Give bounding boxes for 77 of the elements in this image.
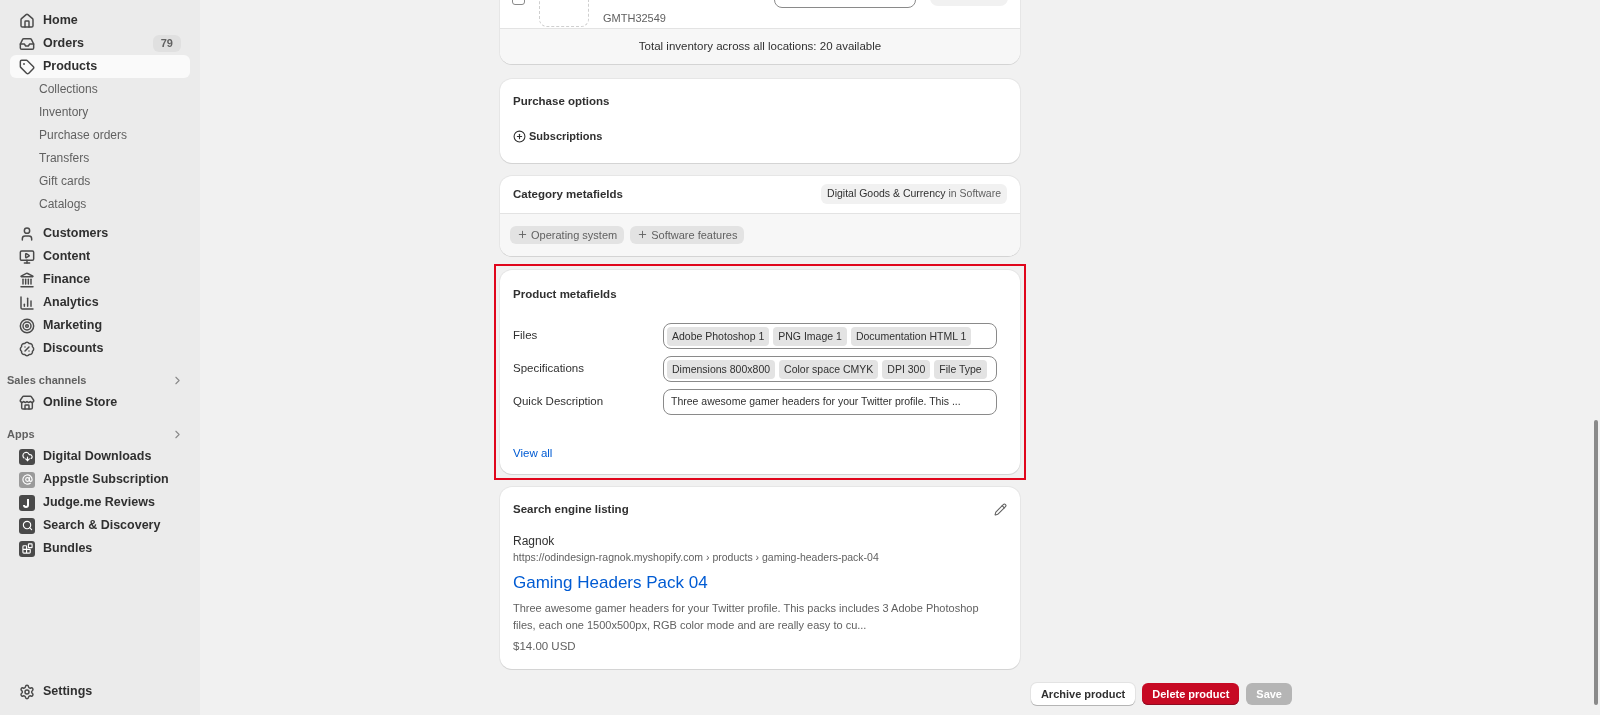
nav-item[interactable]: Discounts	[10, 337, 190, 360]
view-all-link[interactable]: View all	[513, 445, 553, 463]
edit-icon[interactable]	[994, 503, 1007, 517]
nav-item[interactable]: Finance	[10, 268, 190, 291]
house-icon	[19, 12, 35, 29]
section-heading: Apps	[7, 426, 35, 442]
card-title: Purchase options	[513, 94, 611, 109]
value-tag: Color space CMYK	[779, 359, 879, 379]
listing-title: Gaming Headers Pack 04	[513, 572, 709, 595]
sku-text: GMTH32549	[603, 10, 667, 26]
metafield-label: Quick Description	[513, 394, 605, 410]
inbox-icon	[19, 35, 35, 52]
tag-icon	[19, 58, 35, 75]
value-tag: DPI 300	[882, 359, 931, 379]
person-icon	[19, 225, 35, 242]
store-icon	[19, 394, 35, 411]
add-metafield-button[interactable]: Operating system	[510, 225, 625, 244]
card-title: Search engine listing	[513, 502, 629, 518]
listing-url: https://odindesign-ragnok.myshopify.com › products › gaming-headers-pack-04	[513, 549, 880, 565]
value-tag: Dimensions 800x800	[667, 359, 776, 379]
metafield-label: Specifications	[513, 361, 585, 377]
metafield-input[interactable]: Three awesome gamer headers for your Twitter profile. This ...	[663, 389, 997, 415]
nav-item[interactable]: Analytics	[10, 291, 190, 314]
plus-circle-icon	[513, 130, 526, 143]
subnav-item[interactable]: Transfers	[10, 147, 190, 170]
card-title: Category metafields	[513, 186, 623, 202]
scrollbar-thumb[interactable]	[1594, 420, 1598, 705]
metafield-label: Files	[513, 328, 539, 344]
add-metafield-button[interactable]: Software features	[630, 225, 745, 244]
add-subscriptions-button[interactable]: Subscriptions	[513, 128, 603, 145]
card-title: Product metafields	[513, 286, 618, 302]
inventory-summary: Total inventory across all locations: 20 available	[638, 38, 882, 54]
delete-button[interactable]: Delete product	[1142, 683, 1240, 705]
subnav-item[interactable]: Catalogs	[10, 193, 190, 216]
settings-icon	[19, 683, 35, 700]
value-tag: File Type	[934, 359, 987, 379]
nav-item[interactable]: Appstle Subscription	[10, 468, 190, 491]
archive-button[interactable]: Archive product	[1030, 683, 1136, 705]
value-tag: PNG Image 1	[773, 326, 847, 346]
bar-chart-icon	[19, 294, 35, 311]
nav-item[interactable]: Home	[10, 9, 190, 32]
plus-icon	[517, 229, 528, 241]
cloud-download-icon	[19, 448, 35, 465]
nav-item[interactable]: Content	[10, 245, 190, 268]
subnav-item[interactable]: Gift cards	[10, 170, 190, 193]
metafield-input[interactable]: Adobe Photoshop 1 PNG Image 1 Documentation HTML 1	[663, 323, 997, 349]
nav-item[interactable]: Marketing	[10, 314, 190, 337]
nav-item[interactable]: Bundles	[10, 537, 190, 560]
letter-j-icon	[19, 494, 35, 511]
nav-item[interactable]: Customers	[10, 222, 190, 245]
nav-item[interactable]: Digital Downloads	[10, 445, 190, 468]
subnav-item[interactable]: Inventory	[10, 101, 190, 124]
nav-item[interactable]: Products	[10, 55, 190, 78]
value-tag: Documentation HTML 1	[850, 326, 972, 346]
target-icon	[19, 317, 35, 334]
subnav-item[interactable]: Purchase orders	[10, 124, 190, 147]
plus-icon	[637, 229, 649, 241]
category-badge: Digital Goods & Currency in Software	[821, 184, 1007, 205]
search-icon	[19, 517, 35, 534]
at-sign-icon	[19, 471, 35, 488]
section-heading: Sales channels	[7, 372, 87, 388]
nav-item[interactable]: Settings	[10, 680, 190, 703]
nav-item[interactable]: Online Store	[10, 391, 190, 414]
blocks-icon	[19, 540, 35, 557]
nav-item[interactable]: Orders 79	[10, 32, 190, 55]
nav-item[interactable]: Judge.me Reviews	[10, 491, 190, 514]
listing-price: $14.00 USD	[513, 638, 577, 654]
value-tag: Adobe Photoshop 1	[667, 326, 770, 346]
listing-description: Three awesome gamer headers for your Twitter profile. This packs includes 3 Adobe Photoshop files, each one 1500x500px, RGB color mode and are really easy to cu...	[513, 600, 980, 633]
store-name: Ragnok	[513, 532, 556, 550]
bank-icon	[19, 271, 35, 288]
nav-item[interactable]: Search & Discovery	[10, 514, 190, 537]
badge-percent-icon	[19, 340, 35, 357]
monitor-icon	[19, 248, 35, 265]
count-badge: 79	[152, 35, 181, 52]
subnav-item[interactable]: Collections	[10, 78, 190, 101]
metafield-input[interactable]: Dimensions 800x800 Color space CMYK DPI 300 File Type	[663, 356, 997, 382]
